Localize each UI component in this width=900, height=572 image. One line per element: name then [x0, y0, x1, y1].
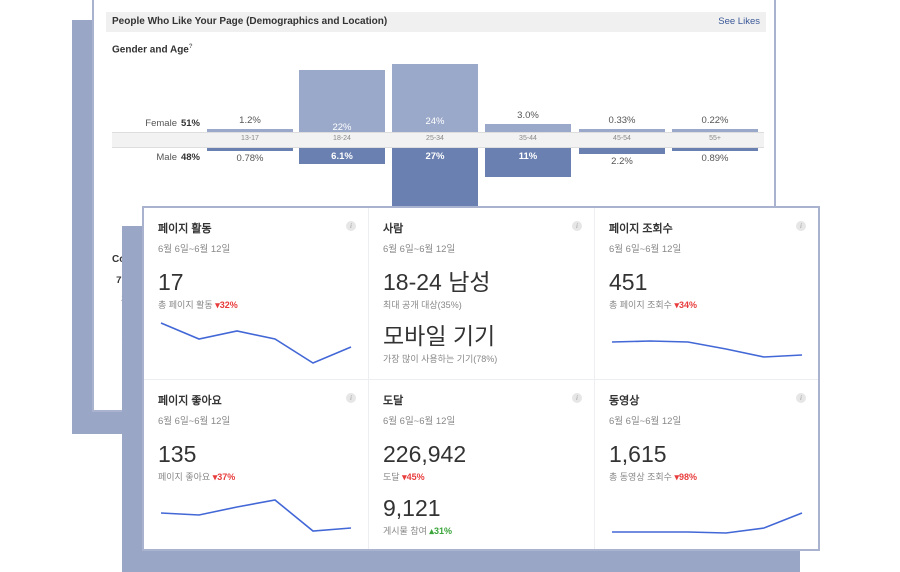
male-value-label: 0.78% — [236, 153, 264, 164]
age-tick-label: 35-44 — [519, 135, 537, 142]
gender-age-label: Gender and Age — [112, 44, 189, 56]
info-icon[interactable]: i — [572, 393, 582, 403]
info-icon[interactable]: i — [796, 393, 806, 403]
age-tick-label: 25-34 — [426, 135, 444, 142]
female-bar[interactable] — [579, 129, 665, 132]
info-icon[interactable]: i — [346, 393, 356, 403]
see-likes-link[interactable]: See Likes — [718, 12, 760, 32]
female-bar[interactable] — [672, 129, 758, 132]
female-legend: Female 51% — [120, 118, 200, 129]
insights-summary-grid: 페이지 활동 6월 6일~6월 12일 i 17 총 페이지 활동 ▾32% 사람 6월 6… — [142, 206, 820, 551]
male-label: Male — [156, 152, 177, 163]
card-value: 451 — [609, 269, 648, 295]
change-indicator: ▴31% — [429, 526, 452, 536]
male-legend: Male 48% — [120, 152, 200, 163]
change-percent: 45% — [406, 472, 425, 482]
panel-header: People Who Like Your Page (Demographics … — [106, 12, 766, 32]
card-date-range: 6월 6일~6월 12일 — [383, 416, 456, 427]
metric-card[interactable]: 페이지 조회수 6월 6일~6월 12일 i 451 총 페이지 조회수 ▾34% — [595, 208, 818, 380]
male-value-label: 6.1% — [331, 151, 353, 162]
help-icon[interactable]: ? — [189, 44, 193, 50]
female-percent: 51% — [180, 118, 200, 129]
female-value-label: 1.2% — [239, 114, 261, 126]
sparkline — [160, 322, 352, 364]
female-bar[interactable] — [207, 128, 293, 132]
female-value-label: 22% — [332, 121, 352, 133]
card-date-range: 6월 6일~6월 12일 — [609, 416, 682, 427]
change-indicator: ▾45% — [402, 472, 425, 482]
card-value-secondary: 9,121 — [383, 495, 441, 521]
card-sub-label: 최대 공개 대상(35%) — [383, 300, 462, 310]
card-sub-label: 게시물 참여 — [383, 526, 427, 536]
female-value-label: 24% — [425, 116, 445, 127]
female-value-label: 0.22% — [701, 115, 729, 126]
metric-card[interactable]: 페이지 좋아요 6월 6일~6월 12일 i 135 페이지 좋아요 ▾37% — [144, 380, 369, 549]
male-bar[interactable] — [672, 148, 758, 151]
sparkline — [612, 512, 803, 534]
card-title: 사람 — [383, 223, 404, 235]
card-title: 동영상 — [609, 395, 640, 407]
info-icon[interactable]: i — [572, 221, 582, 231]
card-date-range: 6월 6일~6월 12일 — [158, 244, 231, 255]
sparkline-chart — [612, 512, 803, 534]
card-sub-label: 가장 많이 사용하는 기기(78%) — [383, 354, 498, 364]
metric-card[interactable]: 사람 6월 6일~6월 12일 i 18-24 남성최대 공개 대상(35%) 모바일 … — [369, 208, 595, 380]
card-title: 페이지 좋아요 — [158, 395, 222, 407]
sparkline-chart — [611, 340, 803, 358]
age-tick-label: 13-17 — [241, 135, 259, 142]
sparkline-chart — [160, 322, 352, 364]
card-value-secondary: 모바일 기기 — [383, 323, 496, 349]
card-sub-label: 도달 — [383, 472, 400, 482]
card-date-range: 6월 6일~6월 12일 — [158, 416, 231, 427]
gender-age-title: Gender and Age? — [112, 44, 193, 55]
female-bar[interactable] — [485, 123, 571, 132]
male-value-label: 27% — [425, 151, 445, 162]
info-icon[interactable]: i — [796, 221, 806, 231]
age-tick-label: 45-54 — [613, 135, 631, 142]
card-value: 135 — [158, 441, 197, 467]
male-value-label: 11% — [518, 151, 538, 162]
female-value-label: 0.33% — [608, 115, 636, 126]
age-tick-label: 55+ — [709, 135, 721, 142]
male-percent: 48% — [180, 152, 200, 163]
card-subtitle-secondary: 게시물 참여 ▴31% — [383, 524, 580, 537]
metric-card[interactable]: 도달 6월 6일~6월 12일 i 226,942 도달 ▾45% 9,121 게시물 참여… — [369, 380, 595, 549]
change-percent: 31% — [433, 526, 452, 536]
male-bar[interactable] — [579, 148, 665, 154]
card-title: 도달 — [383, 395, 404, 407]
card-subtitle: 도달 ▾45% — [383, 470, 580, 483]
metric-card[interactable]: 동영상 6월 6일~6월 12일 i 1,615 총 동영상 조회수 ▾98% — [595, 380, 818, 549]
male-value-label: 2.2% — [611, 155, 633, 167]
card-value: 1,615 — [609, 441, 667, 467]
info-icon[interactable]: i — [346, 221, 356, 231]
panel-title: People Who Like Your Page (Demographics … — [112, 16, 388, 27]
metric-card[interactable]: 페이지 활동 6월 6일~6월 12일 i 17 총 페이지 활동 ▾32% — [144, 208, 369, 380]
card-title: 페이지 활동 — [158, 223, 212, 235]
card-date-range: 6월 6일~6월 12일 — [383, 244, 456, 255]
sparkline — [611, 340, 803, 358]
age-tick-label: 18-24 — [333, 135, 351, 142]
female-value-label: 3.0% — [517, 109, 539, 121]
female-label: Female — [145, 118, 177, 129]
male-bar[interactable] — [207, 148, 293, 151]
male-value-label: 0.89% — [701, 153, 729, 164]
card-date-range: 6월 6일~6월 12일 — [609, 244, 682, 255]
card-subtitle: 최대 공개 대상(35%) — [383, 298, 580, 311]
sparkline-chart — [160, 499, 352, 532]
card-value: 226,942 — [383, 441, 467, 467]
card-title: 페이지 조회수 — [609, 223, 673, 235]
sparkline — [160, 499, 352, 532]
card-subtitle-secondary: 가장 많이 사용하는 기기(78%) — [383, 352, 580, 365]
card-value: 17 — [158, 269, 184, 295]
card-value: 18-24 남성 — [383, 269, 491, 295]
